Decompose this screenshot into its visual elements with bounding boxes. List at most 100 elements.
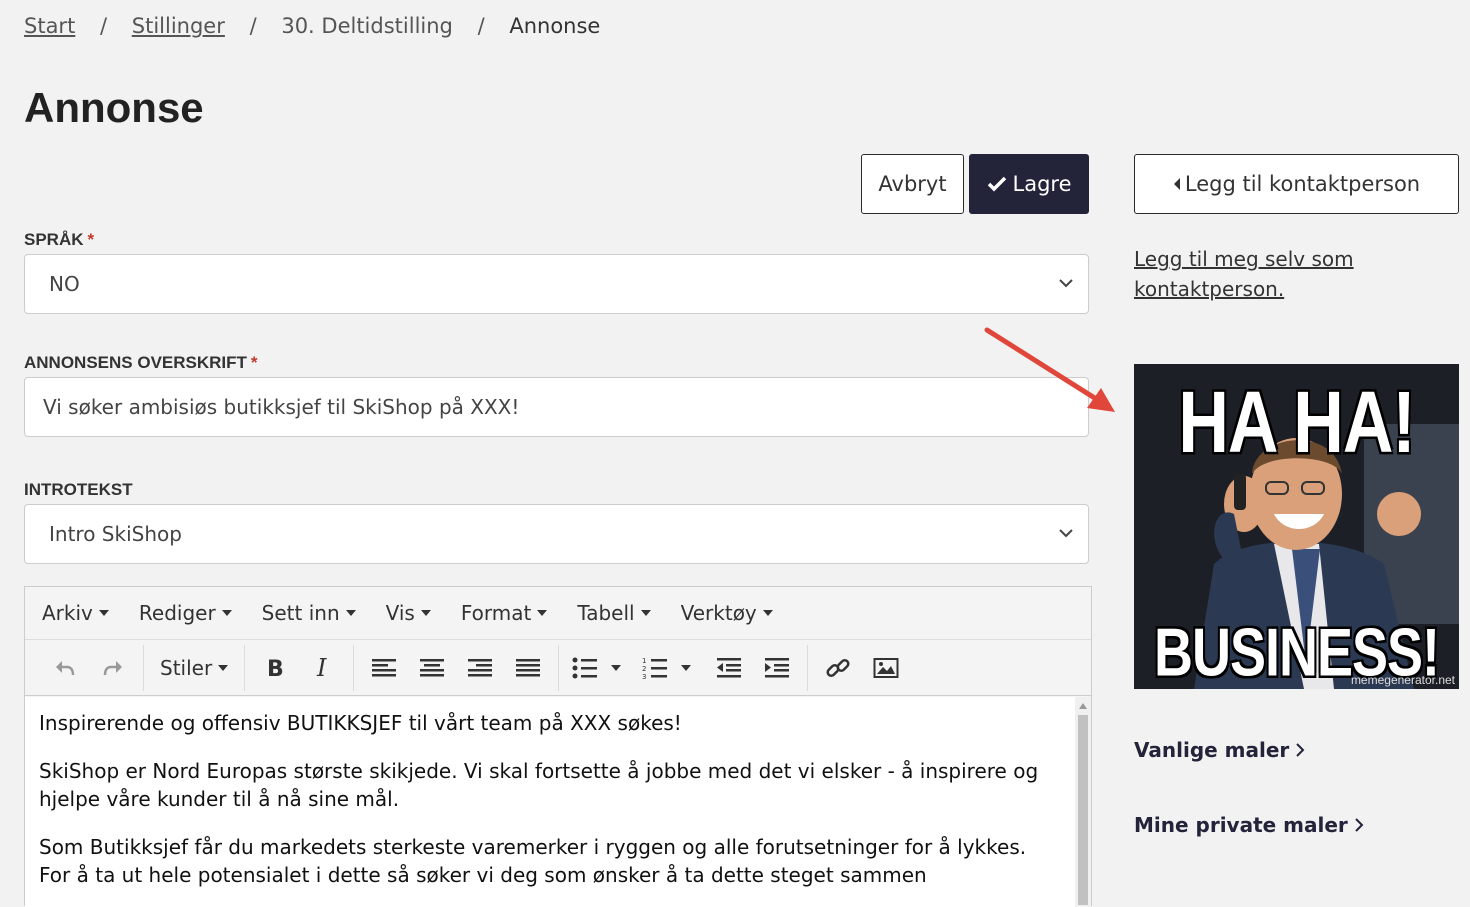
svg-text:I: I [316,657,327,679]
editor-paragraph: Inspirerende og offensiv BUTIKKSJEF til … [39,711,682,735]
svg-text:1: 1 [642,657,646,665]
breadcrumb-separator: / [249,14,257,38]
common-templates-link[interactable]: Vanlige maler [1134,738,1305,762]
link-icon [826,658,850,677]
italic-icon: I [316,657,327,679]
editor-paragraph: SkiShop er Nord Europas største skikjede… [39,759,1039,811]
toolbar-divider [244,644,246,691]
intro-label: INTROTEKST [24,480,133,499]
intro-select[interactable]: Intro SkiShop [24,504,1089,564]
add-contact-label: Legg til kontaktperson [1184,172,1421,196]
caret-down-icon [98,610,109,616]
outdent-icon [717,657,742,677]
caret-down-icon [611,664,622,671]
image-icon [873,657,899,678]
align-center-icon [420,658,445,676]
bullet-list-button[interactable] [565,648,635,688]
caret-down-icon [762,610,773,616]
breadcrumb-stillinger[interactable]: Stillinger [132,14,225,38]
menu-tabell[interactable]: Tabell [577,601,651,625]
save-button[interactable]: Lagre [969,154,1089,214]
chevron-right-icon [1355,818,1364,832]
headline-input[interactable]: Vi søker ambisiøs butikksjef til SkiShop… [24,377,1089,437]
editor-paragraph: Som Butikksjef får du markedets sterkest… [39,835,1027,887]
insert-image-button[interactable] [862,648,910,688]
caret-down-icon [420,610,431,616]
language-value: NO [49,272,80,296]
redo-button[interactable] [89,648,137,688]
caret-down-icon [345,610,356,616]
chevron-down-icon [1059,279,1073,288]
menu-vis[interactable]: Vis [386,601,431,625]
cancel-button[interactable]: Avbryt [861,154,964,214]
save-button-label: Lagre [1012,172,1072,196]
toolbar-divider [558,644,560,691]
breadcrumb-start[interactable]: Start [24,14,75,38]
styles-dropdown[interactable]: Stiler [150,656,238,680]
outdent-button[interactable] [705,648,753,688]
chevron-right-icon [1296,743,1305,757]
private-templates-link[interactable]: Mine private maler [1134,813,1364,837]
cancel-button-label: Avbryt [878,172,947,196]
align-right-button[interactable] [456,648,504,688]
breadcrumb: Start / Stillinger / 30. Deltidstilling … [24,14,600,38]
meme-top-text: HA HA! [1178,373,1415,471]
menu-format[interactable]: Format [461,601,548,625]
chevron-down-icon [1059,529,1073,538]
italic-button[interactable]: I [299,648,347,688]
page-title: Annonse [24,84,204,131]
bullet-list-icon [572,657,598,678]
toolbar-divider [353,644,355,691]
indent-icon [765,657,790,677]
insert-link-button[interactable] [814,648,862,688]
menu-arkiv[interactable]: Arkiv [42,601,109,625]
svg-text:3: 3 [642,673,646,679]
headline-value: Vi søker ambisiøs butikksjef til SkiShop… [43,395,520,419]
add-contact-button[interactable]: Legg til kontaktperson [1134,154,1459,214]
justify-icon [516,658,541,676]
add-self-contact-link[interactable]: Legg til meg selv som kontaktperson. [1134,244,1454,304]
meme-image: HA HA! BUSINESS! memegenerator.net [1134,364,1459,689]
headline-label: ANNONSENS OVERSKRIFT * [24,353,258,372]
svg-text:B: B [267,657,284,679]
required-mark: * [87,230,95,249]
required-mark: * [250,353,258,372]
scroll-thumb[interactable] [1078,715,1088,905]
breadcrumb-current: Annonse [509,14,601,38]
toolbar-divider [807,644,809,691]
caret-down-icon [640,610,651,616]
language-label: SPRÅK * [24,230,95,249]
scroll-up-icon[interactable] [1079,703,1087,709]
red-arrow-annotation [984,327,1115,412]
language-select[interactable]: NO [24,254,1089,314]
redo-icon [103,660,122,675]
check-icon [987,176,1006,192]
menu-sett-inn[interactable]: Sett inn [262,601,356,625]
numbered-list-icon: 123 [642,657,668,679]
rich-text-editor: Arkiv Rediger Sett inn Vis Format Tabell… [24,586,1092,907]
intro-value: Intro SkiShop [49,522,182,546]
toolbar-divider [143,644,144,691]
caret-down-icon [537,610,548,616]
caret-left-icon [1173,178,1180,190]
bold-icon: B [267,657,284,679]
align-left-icon [372,658,397,676]
indent-button[interactable] [753,648,801,688]
numbered-list-button[interactable]: 123 [635,648,705,688]
undo-button[interactable] [41,648,89,688]
editor-content[interactable]: Inspirerende og offensiv BUTIKKSJEF til … [25,697,1077,907]
menu-verktoy[interactable]: Verktøy [681,601,773,625]
justify-button[interactable] [504,648,552,688]
align-center-button[interactable] [408,648,456,688]
editor-menubar: Arkiv Rediger Sett inn Vis Format Tabell… [25,587,1091,640]
svg-text:2: 2 [642,665,646,673]
align-right-icon [468,658,493,676]
align-left-button[interactable] [360,648,408,688]
menu-rediger[interactable]: Rediger [139,601,232,625]
editor-scrollbar[interactable] [1075,697,1091,907]
caret-down-icon [221,610,232,616]
bold-button[interactable]: B [251,648,299,688]
meme-watermark: memegenerator.net [1350,673,1455,687]
breadcrumb-job[interactable]: 30. Deltidstilling [281,14,453,38]
breadcrumb-separator: / [100,14,108,38]
